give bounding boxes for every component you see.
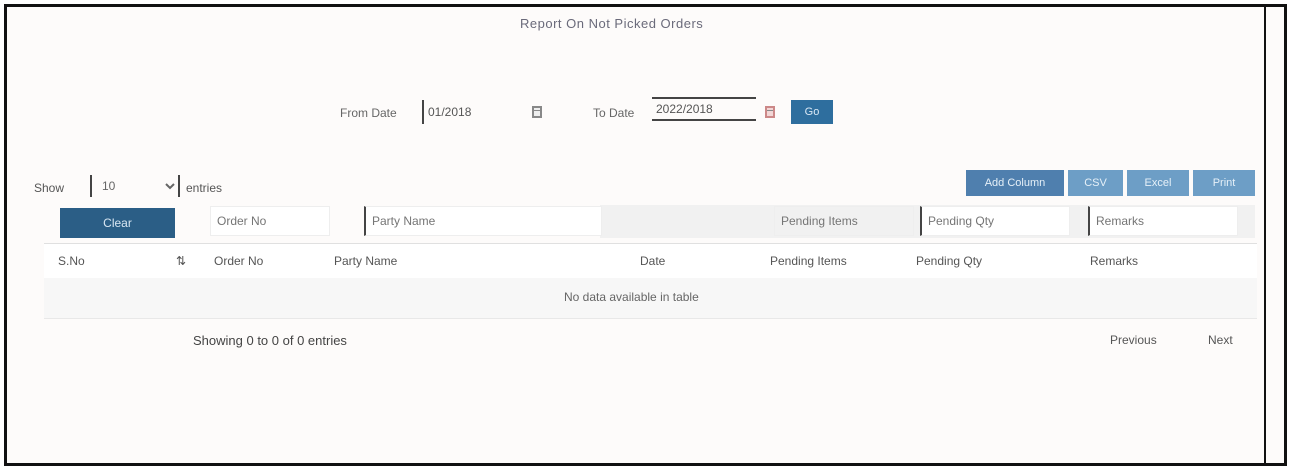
from-date-label: From Date: [340, 106, 397, 120]
sort-icon[interactable]: ⇅: [176, 254, 186, 268]
print-button[interactable]: Print: [1193, 170, 1255, 196]
page-title: Report On Not Picked Orders: [520, 16, 704, 31]
column-header-order-no[interactable]: Order No: [214, 254, 263, 268]
table-info: Showing 0 to 0 of 0 entries: [193, 333, 347, 348]
column-header-remarks[interactable]: Remarks: [1090, 254, 1138, 268]
pending-qty-filter[interactable]: [920, 206, 1070, 236]
calendar-icon[interactable]: [765, 106, 775, 118]
calendar-icon[interactable]: [532, 106, 542, 118]
entries-length-select[interactable]: 10: [90, 175, 180, 197]
entries-label: entries: [186, 181, 223, 195]
empty-message: No data available in table: [564, 290, 699, 304]
add-column-button[interactable]: Add Column: [966, 170, 1064, 196]
csv-button[interactable]: CSV: [1068, 170, 1123, 196]
from-date-input[interactable]: [422, 100, 526, 124]
to-date-input[interactable]: [652, 97, 756, 121]
previous-button[interactable]: Previous: [1110, 333, 1157, 347]
table-header: S.No ⇅ Order No Party Name Date Pending …: [44, 243, 1257, 279]
frame-divider: [1264, 4, 1266, 466]
excel-button[interactable]: Excel: [1127, 170, 1189, 196]
pending-items-filter[interactable]: [774, 206, 914, 236]
show-label: Show: [34, 181, 65, 195]
column-header-party-name[interactable]: Party Name: [334, 254, 397, 268]
column-header-sno[interactable]: S.No: [58, 254, 85, 268]
column-header-date[interactable]: Date: [640, 254, 665, 268]
column-header-pending-qty[interactable]: Pending Qty: [916, 254, 982, 268]
remarks-filter[interactable]: [1088, 206, 1238, 236]
order-no-filter[interactable]: [210, 206, 330, 236]
column-header-pending-items[interactable]: Pending Items: [770, 254, 847, 268]
go-button[interactable]: Go: [791, 100, 833, 124]
next-button[interactable]: Next: [1208, 333, 1233, 347]
clear-button[interactable]: Clear: [60, 208, 175, 238]
table-row: No data available in table: [44, 278, 1257, 319]
to-date-label: To Date: [593, 106, 635, 120]
party-name-filter[interactable]: [364, 206, 602, 236]
